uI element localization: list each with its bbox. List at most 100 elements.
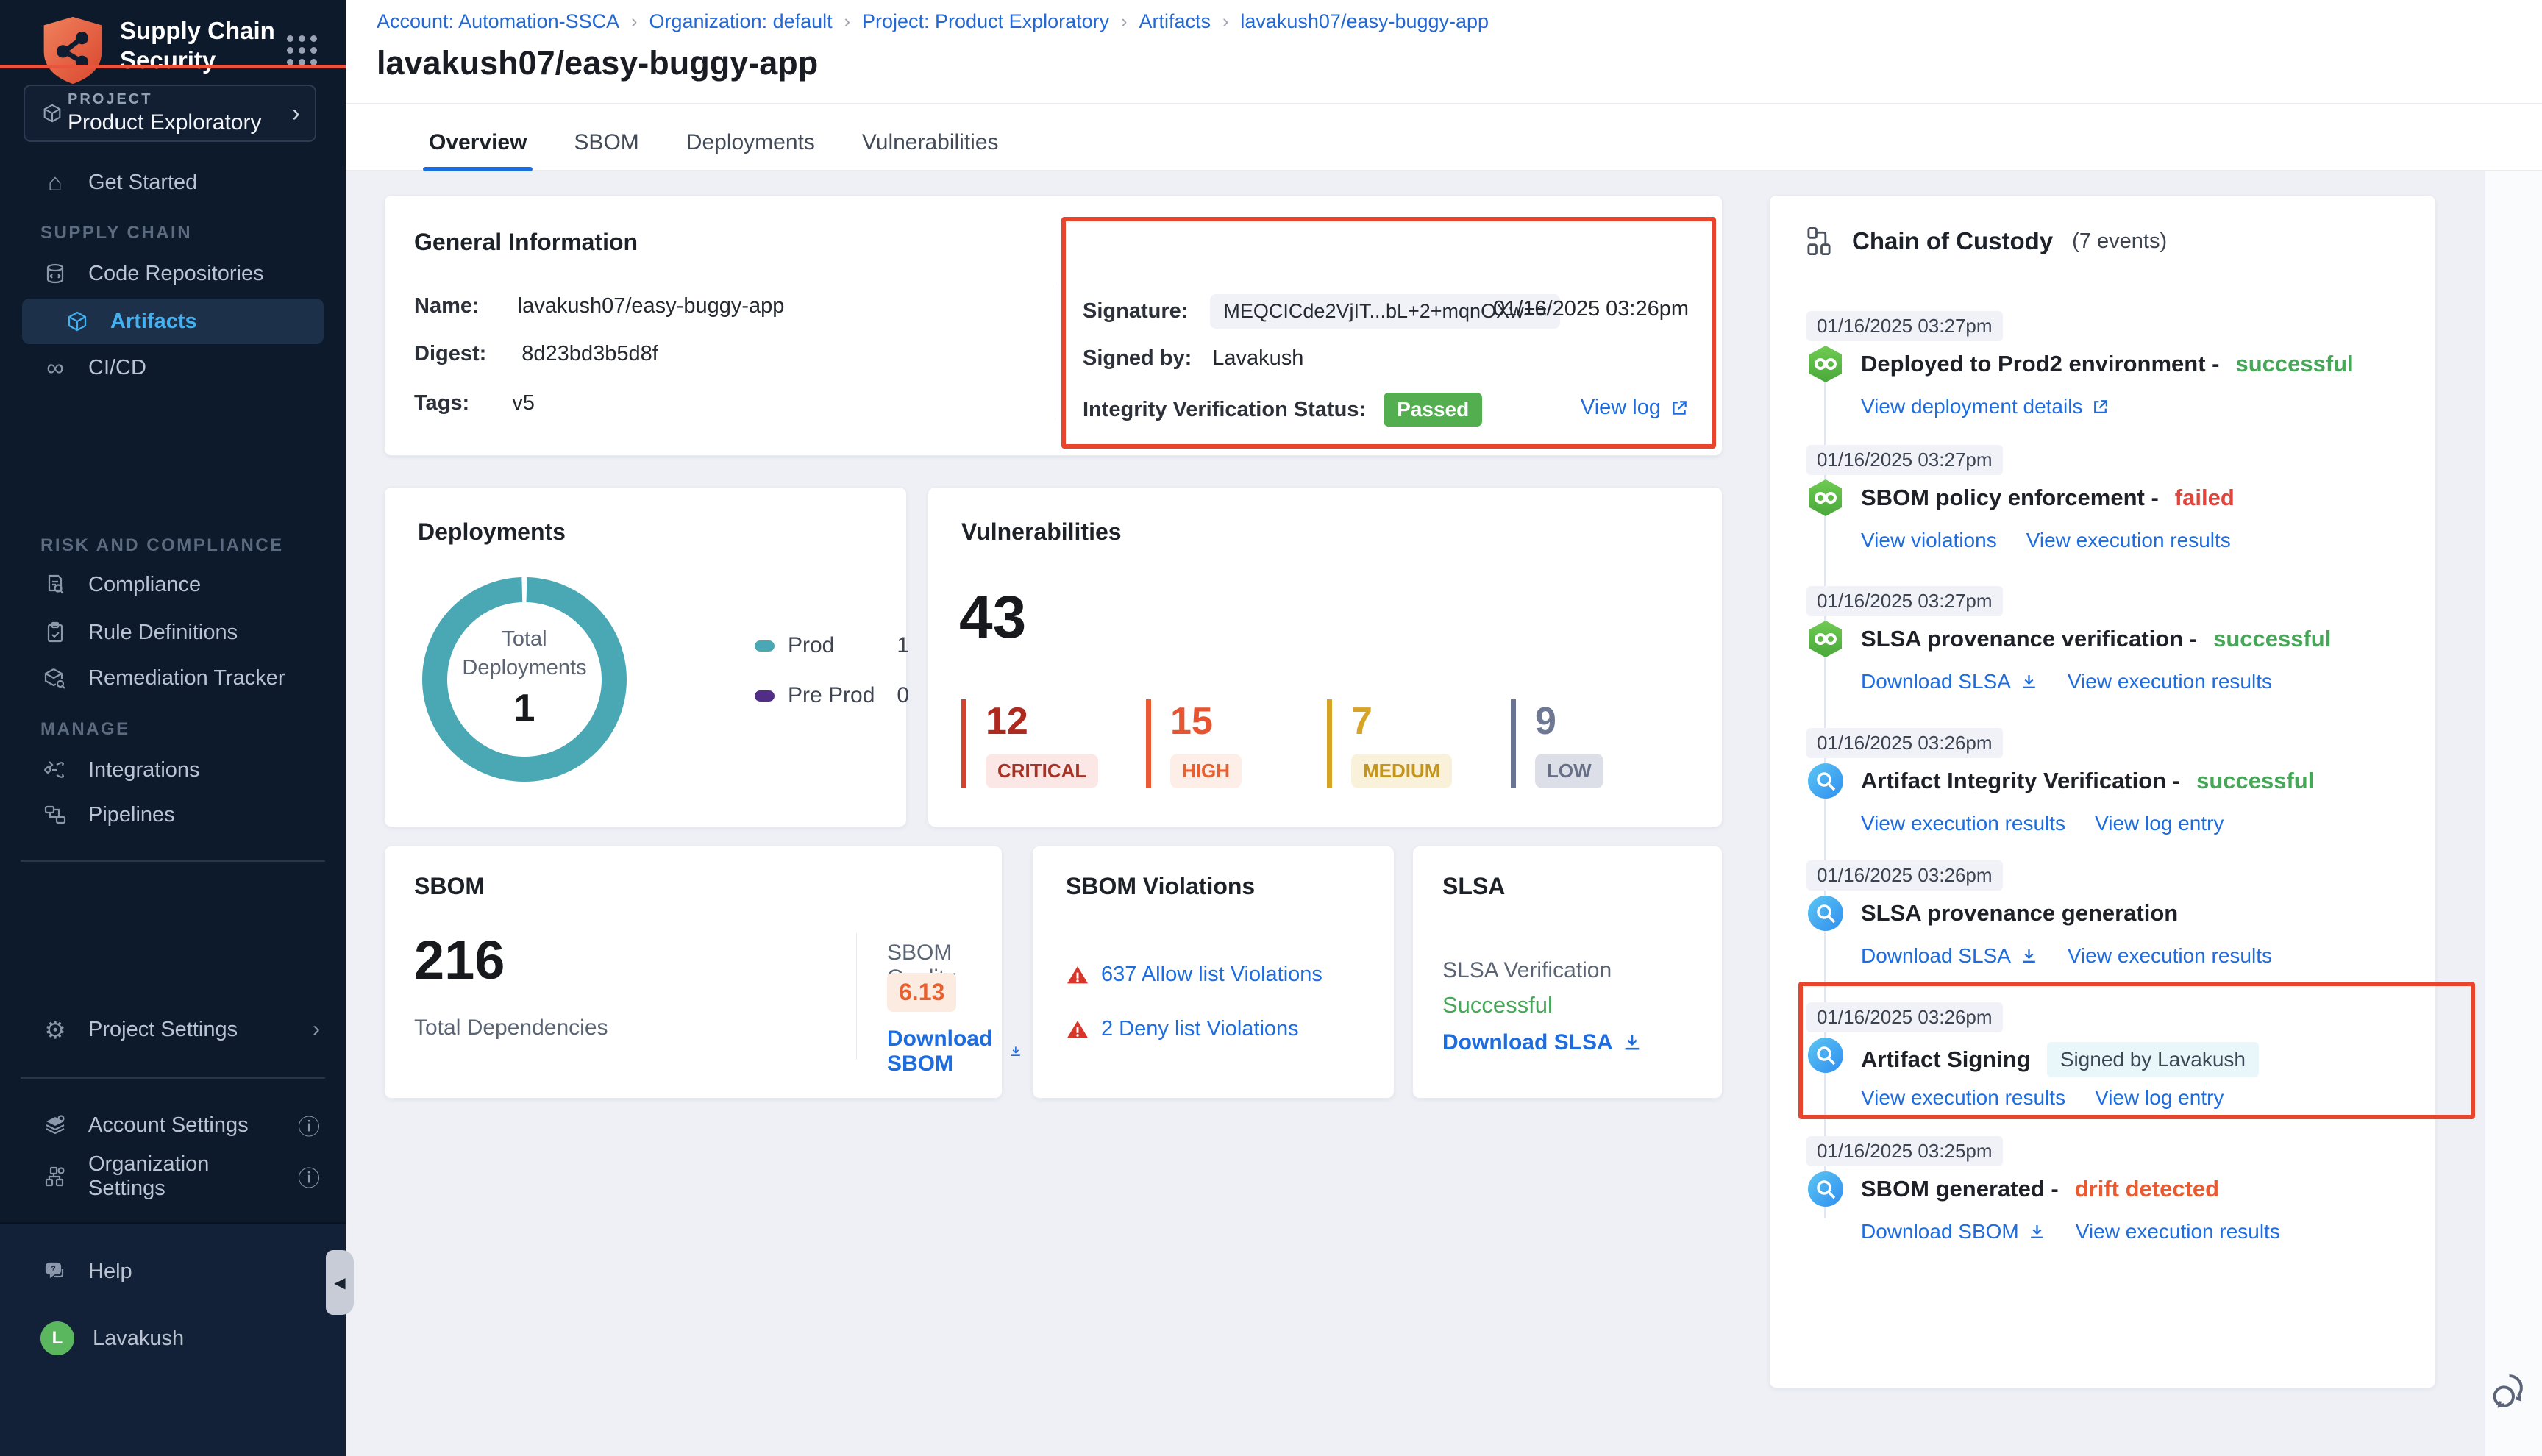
breadcrumb-account[interactable]: Account: Automation-SSCA	[377, 10, 619, 33]
sidebar-item-account-settings[interactable]: Account Settings ⓘ	[0, 1102, 346, 1148]
artifact-name: lavakush07/easy-buggy-app	[518, 294, 785, 318]
warning-icon	[1066, 1018, 1089, 1041]
event-status: successful	[2235, 351, 2353, 377]
card-title: Vulnerabilities	[961, 518, 1122, 546]
sidebar-divider	[21, 1077, 325, 1079]
view-log-entry-link[interactable]: View log entry	[2095, 812, 2224, 835]
total-dependencies-label: Total Dependencies	[414, 1016, 608, 1041]
sidebar-item-rule-definitions[interactable]: Rule Definitions	[0, 610, 346, 655]
download-icon	[1009, 1041, 1022, 1062]
tab-sbom[interactable]: SBOM	[568, 120, 644, 170]
artifact-digest: 8d23bd3b5d8f	[521, 342, 658, 365]
breadcrumb-project[interactable]: Project: Product Exploratory	[862, 10, 1109, 33]
event-status: drift detected	[2075, 1176, 2219, 1202]
project-selector[interactable]: PROJECT Product Exploratory ›	[24, 85, 316, 142]
chain-of-custody-card: Chain of Custody (7 events) 01/16/2025 0…	[1769, 195, 2436, 1388]
legend-item-prod: Prod 1	[755, 633, 909, 658]
app-switcher-grid-icon[interactable]	[287, 35, 317, 65]
sidebar-item-pipelines[interactable]: Pipelines	[0, 792, 346, 838]
layers-gear-icon	[40, 1113, 70, 1137]
tab-deployments[interactable]: Deployments	[680, 120, 821, 170]
sidebar-divider	[21, 860, 325, 862]
view-execution-results-link[interactable]: View execution results	[2068, 670, 2272, 693]
download-sbom-link[interactable]: Download SBOM	[1861, 1220, 2046, 1243]
sidebar-item-code-repositories[interactable]: Code Repositories	[0, 251, 346, 296]
pipeline-hexagon-icon	[1806, 345, 1845, 383]
view-deployment-details-link[interactable]: View deployment details	[1861, 395, 2110, 418]
help-chat-icon: ?	[40, 1260, 70, 1283]
page-title: lavakush07/easy-buggy-app	[377, 44, 818, 82]
breadcrumb-current[interactable]: lavakush07/easy-buggy-app	[1240, 10, 1489, 33]
breadcrumb-separator-icon: ›	[631, 11, 637, 32]
view-violations-link[interactable]: View violations	[1861, 529, 1997, 552]
sidebar-item-cicd[interactable]: ∞ CI/CD	[0, 345, 346, 390]
breadcrumb-organization[interactable]: Organization: default	[649, 10, 833, 33]
support-chat-button[interactable]	[2492, 1369, 2535, 1416]
event-timestamp: 01/16/2025 03:27pm	[1806, 445, 2003, 475]
header-divider	[346, 103, 2542, 104]
view-execution-results-link[interactable]: View execution results	[1861, 1086, 2065, 1110]
event-sbom-policy-enforcement: 01/16/2025 03:27pm SBOM policy enforceme…	[1806, 445, 2402, 475]
sidebar-item-get-started[interactable]: ⌂ Get Started	[0, 160, 346, 205]
event-slsa-provenance-verification: 01/16/2025 03:27pm SLSA provenance verif…	[1806, 586, 2402, 616]
sidebar-collapse-handle[interactable]: ◀	[326, 1250, 354, 1315]
card-divider	[856, 933, 857, 1060]
download-slsa-link[interactable]: Download SLSA	[1442, 1030, 1642, 1055]
donut-center-label: Total	[421, 627, 627, 652]
view-log-entry-link[interactable]: View log entry	[2095, 1086, 2224, 1110]
total-vulnerabilities: 43	[959, 583, 1026, 652]
signed-by-label: Signed by:	[1083, 346, 1192, 370]
sidebar-item-project-settings[interactable]: ⚙ Project Settings ›	[0, 1007, 346, 1052]
breadcrumb-artifacts[interactable]: Artifacts	[1139, 10, 1211, 33]
chat-bubbles-icon	[2492, 1369, 2535, 1412]
sidebar-item-organization-settings[interactable]: Organization Settings ⓘ	[0, 1154, 346, 1199]
severity-high: 15 HIGH	[1146, 699, 1242, 788]
tags-label: Tags:	[414, 391, 469, 415]
pipeline-hexagon-icon	[1806, 620, 1845, 658]
signed-by-value: Lavakush	[1212, 346, 1303, 370]
view-log-link[interactable]: View log	[1581, 396, 1689, 420]
view-execution-results-link[interactable]: View execution results	[1861, 812, 2065, 835]
sidebar-item-integrations[interactable]: Integrations	[0, 747, 346, 793]
sidebar-item-help[interactable]: ? Help	[0, 1249, 346, 1294]
legend-value: 1	[897, 633, 909, 658]
download-slsa-link[interactable]: Download SLSA	[1861, 670, 2038, 693]
view-execution-results-link[interactable]: View execution results	[2076, 1220, 2280, 1243]
section-label-risk-compliance: RISK AND COMPLIANCE	[40, 535, 284, 556]
svg-text:?: ?	[51, 1265, 56, 1274]
event-timestamp: 01/16/2025 03:25pm	[1806, 1136, 2003, 1166]
card-title: SLSA	[1442, 873, 1505, 900]
download-icon	[2020, 947, 2038, 966]
download-sbom-link[interactable]: Download SBOM	[887, 1027, 1022, 1077]
project-cube-icon	[41, 102, 63, 128]
tab-vulnerabilities[interactable]: Vulnerabilities	[856, 120, 1005, 170]
event-timestamp: 01/16/2025 03:27pm	[1806, 586, 2003, 616]
sidebar-item-compliance[interactable]: Compliance	[0, 562, 346, 607]
card-title: Chain of Custody	[1852, 227, 2053, 255]
signature-label: Signature:	[1083, 299, 1188, 324]
sidebar-footer: ? Help L Lavakush	[0, 1222, 346, 1456]
download-slsa-link[interactable]: Download SLSA	[1861, 944, 2038, 968]
user-menu[interactable]: L Lavakush	[0, 1316, 346, 1361]
app-logo-shield-icon	[38, 15, 107, 89]
event-timestamp: 01/16/2025 03:26pm	[1806, 1002, 2003, 1032]
project-name: Product Exploratory	[68, 110, 261, 135]
pipelines-icon	[40, 803, 70, 827]
scan-circle-icon	[1806, 762, 1845, 800]
event-artifact-signing: 01/16/2025 03:26pm Artifact Signing Sign…	[1806, 1002, 2402, 1032]
total-deployments-value: 1	[421, 686, 627, 730]
download-icon	[2020, 673, 2038, 691]
sidebar-item-remediation-tracker[interactable]: Remediation Tracker	[0, 655, 346, 701]
user-name: Lavakush	[93, 1327, 184, 1351]
tab-overview[interactable]: Overview	[423, 120, 533, 170]
breadcrumb-separator-icon: ›	[1121, 11, 1127, 32]
deny-list-violations-link[interactable]: 2 Deny list Violations	[1101, 1017, 1299, 1041]
view-execution-results-link[interactable]: View execution results	[2026, 529, 2231, 552]
sidebar-item-artifacts[interactable]: Artifacts	[22, 299, 324, 344]
digest-label: Digest:	[414, 342, 486, 365]
external-link-icon	[1670, 399, 1689, 418]
donut-center-label: Deployments	[421, 656, 627, 680]
pipeline-hexagon-icon	[1806, 479, 1845, 517]
allow-list-violations-link[interactable]: 637 Allow list Violations	[1101, 963, 1322, 987]
view-execution-results-link[interactable]: View execution results	[2068, 944, 2272, 968]
